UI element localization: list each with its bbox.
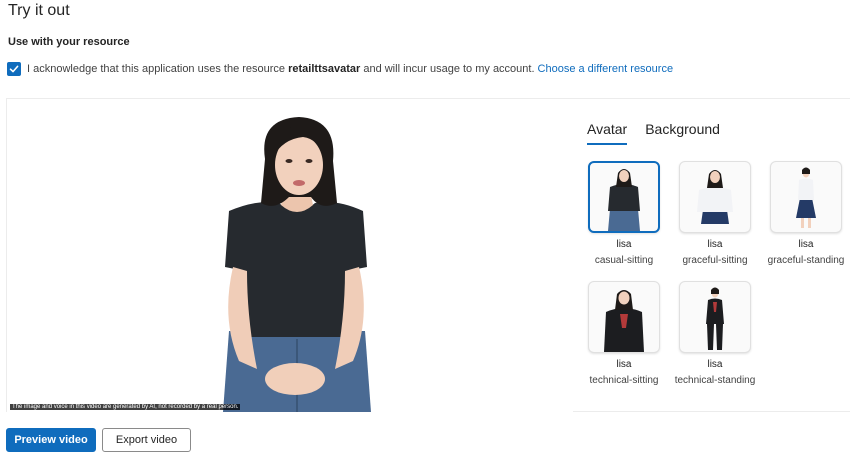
avatar-thumbnail (588, 161, 660, 233)
choose-resource-link[interactable]: Choose a different resource (538, 63, 674, 75)
video-preview: The image and voice in this video are ge… (7, 99, 573, 412)
checkmark-icon (9, 65, 19, 73)
avatar-thumbnail (679, 281, 751, 353)
export-video-button[interactable]: Export video (102, 428, 191, 452)
avatar-style: casual-sitting (594, 255, 654, 266)
avatar-name: lisa (798, 239, 814, 250)
avatar-tabs: Avatar Background (587, 121, 720, 145)
avatar-figure-icon (608, 169, 640, 231)
acknowledge-text-after: and will incur usage to my account. (363, 63, 535, 75)
avatar-card-technical-sitting[interactable]: lisa technical-sitting (578, 281, 670, 386)
avatar-card-graceful-standing[interactable]: lisa graceful-standing (760, 161, 850, 266)
avatar-card-casual-sitting[interactable]: lisa casual-sitting (578, 161, 670, 266)
try-it-out-panel: The image and voice in this video are ge… (6, 98, 850, 412)
avatar-style: technical-standing (674, 375, 756, 386)
avatar-name: lisa (707, 239, 723, 250)
page-title: Try it out (8, 2, 70, 19)
avatar-style: graceful-standing (767, 255, 845, 266)
tab-avatar[interactable]: Avatar (587, 121, 628, 145)
avatar-name: lisa (616, 239, 632, 250)
avatar-figure-icon (706, 287, 724, 350)
tab-background[interactable]: Background (645, 121, 720, 145)
avatar-thumbnail (679, 161, 751, 233)
ai-disclaimer-caption: The image and voice in this video are ge… (10, 404, 241, 410)
avatar-figure-icon (697, 170, 733, 224)
section-label: Use with your resource (8, 36, 130, 48)
acknowledge-row: I acknowledge that this application uses… (7, 62, 673, 76)
avatar-video-frame (223, 117, 371, 412)
avatar-style: technical-sitting (589, 375, 659, 386)
acknowledge-text-before: I acknowledge that this application uses… (27, 63, 286, 75)
avatar-figure-icon (796, 167, 816, 228)
acknowledge-checkbox[interactable] (7, 62, 21, 76)
avatar-card-graceful-sitting[interactable]: lisa graceful-sitting (669, 161, 761, 266)
avatar-style: graceful-sitting (682, 255, 748, 266)
avatar-thumbnail (588, 281, 660, 353)
avatar-name: lisa (616, 359, 632, 370)
acknowledge-resource-name: retailttsavatar (288, 63, 361, 75)
avatar-card-technical-standing[interactable]: lisa technical-standing (669, 281, 761, 386)
preview-video-button[interactable]: Preview video (6, 428, 96, 452)
avatar-name: lisa (707, 359, 723, 370)
avatar-thumbnail (770, 161, 842, 233)
avatar-figure-icon (604, 290, 644, 352)
